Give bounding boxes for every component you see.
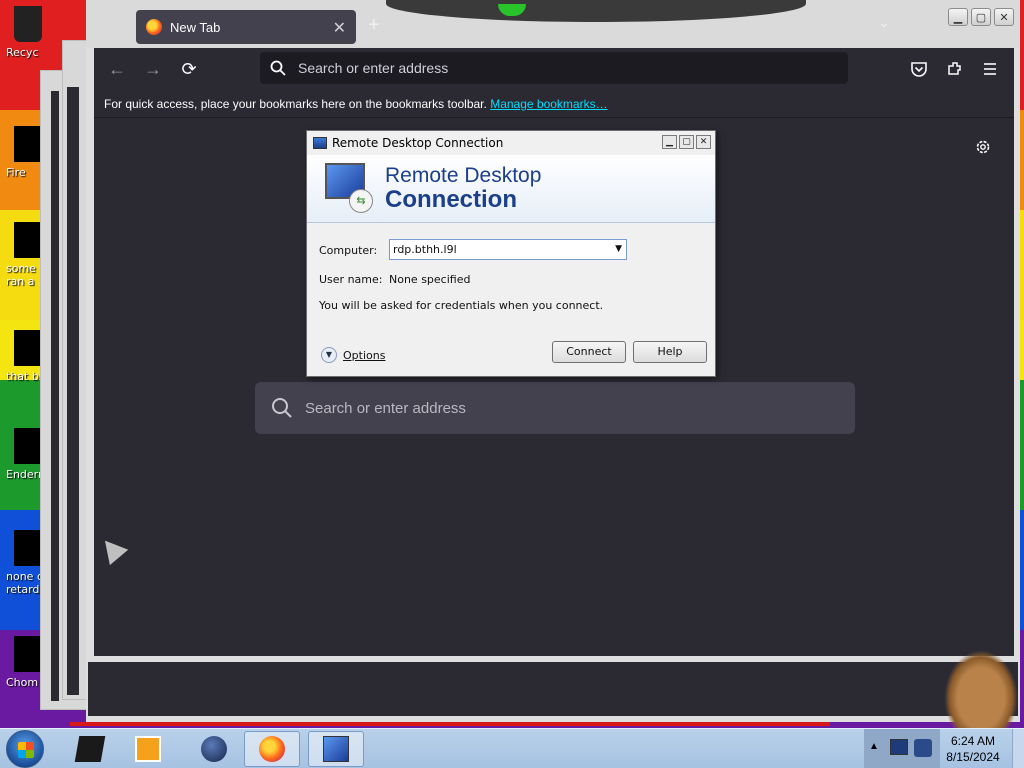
url-bar-placeholder: Search or enter address (298, 60, 449, 76)
show-hidden-icons-chevron-icon[interactable]: ▲ (869, 741, 879, 752)
network-icon[interactable] (890, 739, 908, 755)
pocket-icon[interactable] (910, 60, 928, 78)
system-clock[interactable]: 6:24 AM 8/15/2024 (940, 733, 1006, 765)
banner-title-line1: Remote Desktop (385, 164, 542, 187)
remote-desktop-icon (313, 137, 327, 149)
clock-date: 8/15/2024 (946, 750, 1000, 764)
computer-label: Computer: (319, 244, 378, 257)
desktop-icon-file-2[interactable]: that bu (0, 330, 46, 383)
app-icon (14, 636, 42, 672)
taskbar-item-remote-desktop[interactable] (308, 731, 364, 767)
desktop-sticker-image (944, 650, 1018, 730)
tab-close-icon[interactable]: ✕ (333, 18, 346, 38)
chevron-down-icon: ▼ (321, 347, 337, 363)
maximize-button[interactable]: ▢ (971, 8, 991, 26)
dropdown-arrow-icon[interactable]: ▼ (615, 240, 622, 259)
app-icon (14, 126, 42, 162)
start-button[interactable] (6, 730, 44, 768)
dialog-maximize-button[interactable]: ▢ (679, 135, 694, 149)
decorative-notch (386, 0, 806, 22)
manage-bookmarks-link[interactable]: Manage bookmarks… (490, 97, 607, 111)
desktop-icon-label: some r (6, 262, 44, 275)
computer-combobox[interactable]: rdp.bthh.l9l ▼ (389, 239, 627, 260)
desktop-icon-firefox[interactable]: Fire (0, 126, 44, 179)
close-window-button[interactable]: ✕ (994, 8, 1014, 26)
volume-icon[interactable] (914, 739, 932, 757)
banner-title-line2: Connection (385, 186, 517, 213)
navigation-toolbar: ← → ⟳ Search or enter address (94, 48, 1014, 90)
firefox-icon (259, 736, 285, 762)
computer-value: rdp.bthh.l9l (393, 243, 457, 256)
dialog-window-controls: ▁ ▢ ✕ (662, 135, 711, 149)
forward-icon[interactable]: → (142, 58, 164, 80)
username-label: User name: (319, 273, 383, 286)
desktop-icon-file-1[interactable]: some r ran a (0, 222, 44, 288)
url-bar[interactable]: Search or enter address (260, 52, 848, 84)
tab-title: New Tab (170, 19, 221, 35)
recycle-bin-icon (14, 6, 42, 42)
desktop-icon-label: ran a (6, 275, 35, 288)
menu-icon[interactable] (982, 61, 998, 77)
dialog-minimize-button[interactable]: ▁ (662, 135, 677, 149)
file-icon (14, 530, 42, 566)
file-icon (14, 330, 42, 366)
bookmarks-hint: For quick access, place your bookmarks h… (104, 97, 487, 111)
list-tabs-chevron-icon[interactable]: ⌄ (878, 14, 890, 31)
taskbar-item-black-box[interactable] (62, 731, 118, 767)
secondary-window-strip (88, 662, 1018, 716)
remote-desktop-icon (323, 736, 349, 762)
help-button[interactable]: Help (633, 341, 707, 363)
reload-icon[interactable]: ⟳ (178, 58, 200, 80)
gear-icon[interactable] (974, 138, 992, 156)
search-icon (272, 398, 292, 418)
firefox-icon (146, 19, 162, 35)
dialog-body: Computer: rdp.bthh.l9l ▼ User name: None… (307, 223, 715, 375)
taskbar-item-firefox[interactable] (244, 731, 300, 767)
desktop-icon-enderman[interactable]: Enderm (0, 428, 49, 481)
new-tab-button[interactable]: + (368, 14, 380, 37)
desktop-icon-file-3[interactable]: none o retards (0, 530, 46, 596)
show-desktop-button[interactable] (1012, 729, 1024, 768)
minimize-button[interactable]: ▁ (948, 8, 968, 26)
desktop-stripe (70, 722, 830, 726)
search-icon (270, 60, 286, 76)
bookmarks-toolbar: For quick access, place your bookmarks h… (94, 90, 1014, 118)
globe-icon (201, 736, 227, 762)
file-icon (14, 222, 42, 258)
options-label: Options (343, 348, 386, 362)
desktop-icon-label: Enderm (6, 468, 49, 481)
dialog-title: Remote Desktop Connection (332, 136, 504, 150)
desktop-icon-label: Chom (6, 676, 39, 689)
taskbar: ▲ 6:24 AM 8/15/2024 (0, 728, 1024, 768)
taskbar-item-media-player[interactable] (120, 731, 176, 767)
tab-new-tab[interactable]: New Tab ✕ (136, 10, 356, 44)
new-tab-search-placeholder: Search or enter address (305, 399, 466, 417)
desktop-icon-label: Fire (6, 166, 26, 179)
desktop-icon-label: Recyc (6, 46, 39, 59)
media-player-icon (135, 736, 161, 762)
desktop-icon-label: none o (6, 570, 44, 583)
options-toggle[interactable]: ▼ Options (321, 347, 385, 363)
new-tab-search-box[interactable]: Search or enter address (255, 382, 855, 434)
dialog-banner: ⇆ Remote Desktop Connection (307, 155, 715, 223)
desktop-icon-recycle-bin[interactable]: Recyc (0, 6, 44, 59)
extensions-icon[interactable] (946, 60, 964, 78)
desktop-icon-chrome[interactable]: Chom (0, 636, 44, 689)
app-icon (14, 428, 42, 464)
dialog-titlebar[interactable]: Remote Desktop Connection ▁ ▢ ✕ (307, 131, 715, 155)
username-value: None specified (389, 273, 471, 286)
clock-time: 6:24 AM (950, 734, 996, 748)
dialog-close-button[interactable]: ✕ (696, 135, 711, 149)
back-icon[interactable]: ← (106, 58, 128, 80)
app-icon (74, 736, 106, 762)
tab-strip: New Tab ✕ + ⌄ ▁ ▢ ✕ (86, 0, 1020, 48)
desktop-icon-label: retards (6, 583, 46, 596)
remote-desktop-dialog: Remote Desktop Connection ▁ ▢ ✕ ⇆ Remote… (306, 130, 716, 377)
window-controls: ▁ ▢ ✕ (948, 8, 1014, 26)
taskbar-item-globe[interactable] (186, 731, 242, 767)
connect-arrows-icon: ⇆ (349, 189, 373, 213)
connect-button[interactable]: Connect (552, 341, 626, 363)
desktop-icon-label: that bu (6, 370, 46, 383)
credentials-note: You will be asked for credentials when y… (319, 299, 604, 312)
